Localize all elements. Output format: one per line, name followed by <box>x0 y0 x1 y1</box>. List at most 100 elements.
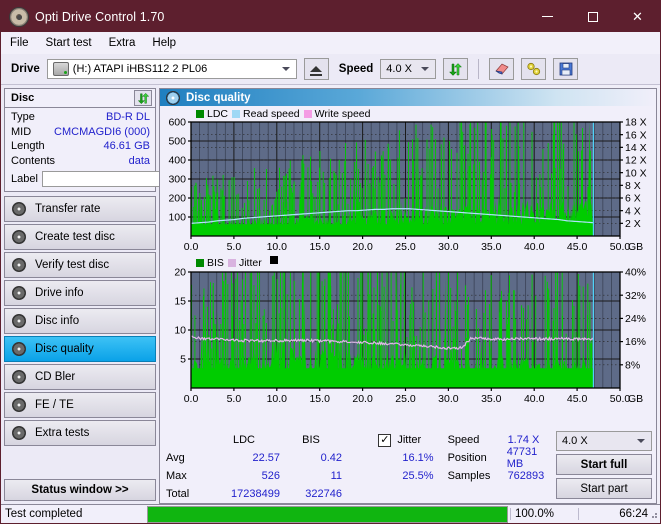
start-part-button[interactable]: Start part <box>556 478 652 499</box>
svg-text:10: 10 <box>174 325 186 337</box>
window-controls: ✕ <box>525 1 660 32</box>
svg-text:20: 20 <box>174 267 186 279</box>
maximize-button[interactable] <box>570 1 615 32</box>
stats-max-ldc: 526 <box>261 470 280 482</box>
progress-percent: 100.0% <box>510 508 578 520</box>
status-window-button[interactable]: Status window >> <box>4 479 156 501</box>
svg-text:300: 300 <box>168 174 186 186</box>
legend-item-read-speed: Read speed <box>232 108 300 120</box>
menu-item-help[interactable]: Help <box>152 37 176 49</box>
speed-select[interactable]: 4.0 X <box>380 59 437 79</box>
progress-bar <box>147 505 508 523</box>
legend-swatch-ldc <box>196 110 204 118</box>
menu-item-file[interactable]: File <box>10 37 29 49</box>
bottom-chart-svg: 5 10 15 20 8% 16% 24% 32% 40% 0.0 5.0 10.0 15.0 20.0 2… <box>174 267 646 405</box>
status-message: Test completed <box>5 508 83 520</box>
sidebar-item-disc-info[interactable]: Disc info <box>4 308 156 334</box>
sidebar-item-label: Create test disc <box>35 231 115 243</box>
sidebar-item-disc-quality[interactable]: Disc quality <box>4 336 156 362</box>
legend-item-ldc: LDC <box>196 108 228 120</box>
svg-text:24%: 24% <box>625 313 646 325</box>
resize-grip[interactable] <box>649 510 658 519</box>
panel-header: Disc quality <box>160 89 656 106</box>
svg-text:18 X: 18 X <box>625 117 647 129</box>
menu-item-extra[interactable]: Extra <box>109 37 136 49</box>
save-button[interactable] <box>553 58 579 80</box>
svg-text:35.0: 35.0 <box>481 241 502 253</box>
jitter-column: ✓ Jitter 16.1% 25.5% <box>352 431 448 501</box>
stats-table: LDC BIS Avg 22.57 0.42 Max 526 11 Total … <box>166 431 342 501</box>
svg-text:10.0: 10.0 <box>267 393 288 405</box>
refresh-icon <box>137 92 149 104</box>
position-row: Position 47731 MB <box>448 446 556 470</box>
test-speed-select[interactable]: 4.0 X <box>556 431 652 451</box>
svg-text:0.0: 0.0 <box>184 393 199 405</box>
sidebar-item-cd-bler[interactable]: CD Bler <box>4 364 156 390</box>
disc-row-value: BD-R DL <box>105 111 150 124</box>
drive-label: Drive <box>11 63 40 75</box>
svg-text:400: 400 <box>168 155 186 167</box>
disc-row-value: CMCMAGDI6 (000) <box>54 125 150 138</box>
app-disc-icon <box>9 6 29 27</box>
top-chart-legend: LDC Read speed Write speed <box>196 108 371 120</box>
sidebar-item-create-test-disc[interactable]: Create test disc <box>4 224 156 250</box>
sidebar-item-extra-tests[interactable]: Extra tests <box>4 420 156 446</box>
main-body: Disc Type BD-R DL MID CMCMAGDI6 (000) Le… <box>1 85 660 504</box>
sidebar-item-transfer-rate[interactable]: Transfer rate <box>4 196 156 222</box>
disc-icon <box>12 426 26 440</box>
sidebar-item-verify-test-disc[interactable]: Verify test disc <box>4 252 156 278</box>
window-title: Opti Drive Control 1.70 <box>35 9 165 24</box>
title-bar: Opti Drive Control 1.70 ✕ <box>1 1 660 32</box>
menu-bar: File Start test Extra Help <box>1 32 660 54</box>
sidebar-item-label: Verify test disc <box>35 259 110 271</box>
svg-text:16 X: 16 X <box>625 129 647 141</box>
legend-label-read-speed: Read speed <box>243 108 300 120</box>
svg-text:600: 600 <box>168 117 186 129</box>
svg-text:10.0: 10.0 <box>267 241 288 253</box>
svg-text:40.0: 40.0 <box>524 241 545 253</box>
sidebar-item-fe-te[interactable]: FE / TE <box>4 392 156 418</box>
speed-stat-value: 1.74 X <box>507 434 540 446</box>
start-full-button[interactable]: Start full <box>556 454 652 475</box>
eraser-icon <box>495 63 509 75</box>
svg-text:0.0: 0.0 <box>184 241 199 253</box>
disc-icon <box>12 342 26 356</box>
refresh-button[interactable] <box>443 58 469 80</box>
legend-item-bis: BIS <box>196 257 224 269</box>
disc-refresh-button[interactable] <box>134 90 152 106</box>
disc-row-value: data <box>128 154 150 167</box>
minimize-button[interactable] <box>525 1 570 32</box>
legend-swatch-bis <box>196 259 204 267</box>
close-button[interactable]: ✕ <box>615 1 660 32</box>
drive-select[interactable]: (H:) ATAPI iHBS112 2 PL06 <box>46 59 297 79</box>
sidebar-item-label: Extra tests <box>35 427 90 439</box>
speed-label: Speed <box>338 63 374 75</box>
maximize-icon <box>587 11 598 22</box>
stats-header-ldc: LDC <box>232 434 255 446</box>
jitter-checkbox[interactable]: ✓ <box>378 433 392 447</box>
statistics-panel: LDC BIS Avg 22.57 0.42 Max 526 11 Total … <box>160 427 656 503</box>
svg-text:15: 15 <box>174 296 186 308</box>
menu-item-start-test[interactable]: Start test <box>46 37 92 49</box>
svg-text:14 X: 14 X <box>625 142 647 154</box>
disc-icon <box>12 286 26 300</box>
eject-button[interactable] <box>303 58 329 80</box>
svg-text:15.0: 15.0 <box>309 241 330 253</box>
stats-avg-ldc: 22.57 <box>252 452 280 464</box>
sidebar-item-drive-info[interactable]: Drive info <box>4 280 156 306</box>
samples-label: Samples <box>447 470 491 482</box>
tools-button[interactable] <box>521 58 547 80</box>
legend-label-bis: BIS <box>207 257 224 269</box>
svg-text:30.0: 30.0 <box>438 393 459 405</box>
toolbar-separator <box>478 59 480 79</box>
legend-swatch-read-speed <box>232 110 241 118</box>
svg-text:25.0: 25.0 <box>395 393 416 405</box>
svg-text:GB: GB <box>628 241 643 253</box>
erase-button[interactable] <box>489 58 515 80</box>
stats-row-label-avg: Avg <box>166 452 185 464</box>
svg-text:20.0: 20.0 <box>352 393 373 405</box>
disc-row-contents: Contents data <box>11 154 150 169</box>
svg-text:8%: 8% <box>625 359 640 371</box>
disc-info-rows: Type BD-R DL MID CMCMAGDI6 (000) Length … <box>5 108 243 191</box>
stats-row-label-max: Max <box>166 470 187 482</box>
